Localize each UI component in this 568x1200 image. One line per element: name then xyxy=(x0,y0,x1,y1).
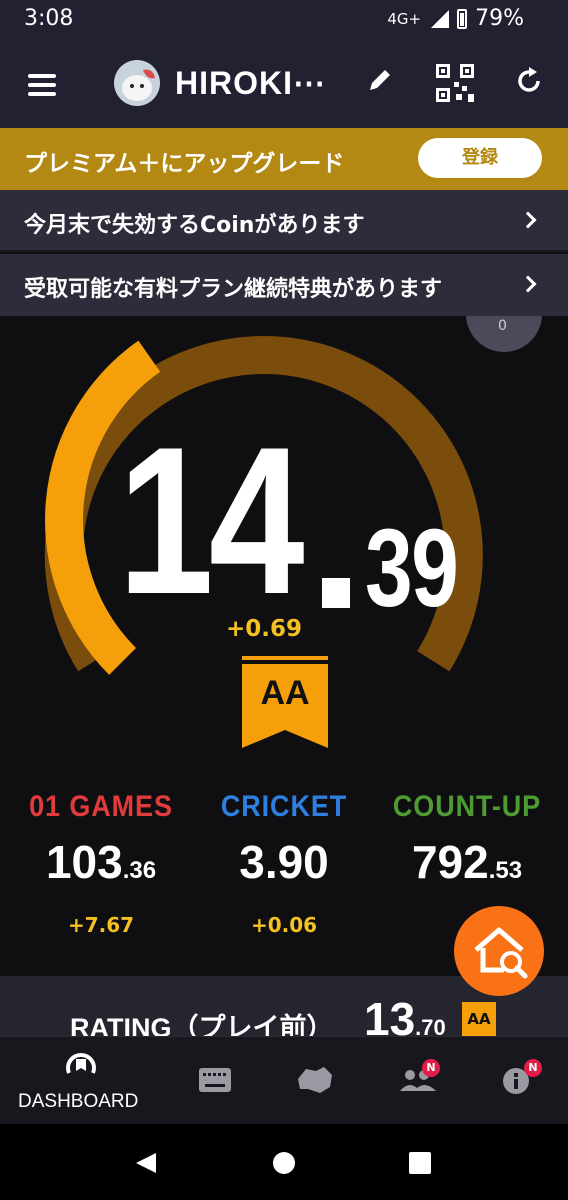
username[interactable]: HIROKI⋯ xyxy=(175,64,326,102)
top-button-label: 0 xyxy=(498,318,507,334)
bottom-nav: DASHBOARD N N xyxy=(0,1036,568,1124)
stat-cricket[interactable]: CRICKET 3.90 +0.06 xyxy=(189,790,379,937)
rating-before-label: RATING（プレイ前） xyxy=(70,1013,334,1036)
nav-keyboard[interactable] xyxy=(180,1037,250,1125)
rank-label: AA xyxy=(260,674,310,712)
notification-badge: N xyxy=(524,1059,542,1077)
battery-icon xyxy=(457,8,468,29)
nav-friends[interactable]: N xyxy=(384,1037,454,1125)
refresh-icon[interactable] xyxy=(514,66,544,100)
stat-value: 103.36 xyxy=(45,836,157,888)
avatar[interactable] xyxy=(114,60,160,106)
rating-delta: +0.69 xyxy=(226,616,303,642)
nav-map[interactable] xyxy=(280,1037,350,1125)
dashboard-icon xyxy=(66,1053,96,1074)
recents-icon[interactable] xyxy=(408,1151,432,1175)
rating-before-rank: AA xyxy=(462,1002,496,1036)
stat-name: CRICKET xyxy=(220,790,348,823)
edit-icon[interactable] xyxy=(366,66,394,98)
notice-plan-bonus[interactable]: 受取可能な有料プラン継続特典があります xyxy=(0,254,568,316)
dashboard-main: 0 14 39 +0.69 AA 01 GAMES 103.36 +7.67 C… xyxy=(0,316,568,1036)
rating-decimal-point xyxy=(322,578,350,608)
home-search-button[interactable] xyxy=(454,906,544,996)
nav-info[interactable]: N xyxy=(484,1037,554,1125)
keyboard-icon xyxy=(199,1068,231,1092)
chevron-right-icon xyxy=(519,211,537,229)
rating-integer: 14 xyxy=(118,403,305,638)
chevron-right-icon xyxy=(519,275,537,293)
stat-value: 792.53 xyxy=(411,836,523,888)
premium-banner[interactable]: プレミアム＋にアップグレード 登録 xyxy=(0,128,568,190)
nav-label: DASHBOARD xyxy=(18,1091,139,1112)
notice-expiring-coin[interactable]: 今月末で失効するCoinがあります xyxy=(0,190,568,252)
status-bar: 3:08 4G+ 79% xyxy=(0,0,568,40)
nav-dashboard[interactable]: DASHBOARD xyxy=(0,1037,150,1125)
back-icon[interactable] xyxy=(134,1151,158,1175)
home-search-icon xyxy=(474,927,528,979)
stat-count-up[interactable]: COUNT-UP 792.53 xyxy=(372,790,562,913)
notification-badge: N xyxy=(422,1059,440,1077)
stat-01-games[interactable]: 01 GAMES 103.36 +7.67 xyxy=(6,790,196,937)
stat-change: +7.67 xyxy=(67,913,135,937)
stat-value: 3.90 xyxy=(239,836,329,888)
battery-percent: 79% xyxy=(475,6,524,31)
rating-decimal: 39 xyxy=(365,507,459,630)
qr-code-icon[interactable] xyxy=(436,64,474,106)
home-icon[interactable] xyxy=(272,1151,296,1175)
status-time: 3:08 xyxy=(24,6,74,31)
status-indicators: 4G+ 79% xyxy=(387,6,524,31)
signal-icon xyxy=(431,9,450,28)
stat-change: +0.06 xyxy=(250,913,318,937)
app-bar: HIROKI⋯ xyxy=(0,40,568,128)
notice-text: 今月末で失効するCoinがあります xyxy=(24,213,365,238)
menu-icon[interactable] xyxy=(28,74,56,96)
rating-before-value: 13.70 xyxy=(364,993,446,1036)
system-nav-bar xyxy=(0,1124,568,1200)
premium-text: プレミアム＋にアップグレード xyxy=(24,151,345,177)
map-icon xyxy=(298,1067,332,1093)
stat-name: 01 GAMES xyxy=(29,790,173,823)
network-type: 4G+ xyxy=(387,9,422,28)
rank-badge: AA xyxy=(242,656,328,752)
stat-name: COUNT-UP xyxy=(392,790,542,823)
notice-text: 受取可能な有料プラン継続特典があります xyxy=(24,277,443,302)
register-button[interactable]: 登録 xyxy=(418,138,542,178)
